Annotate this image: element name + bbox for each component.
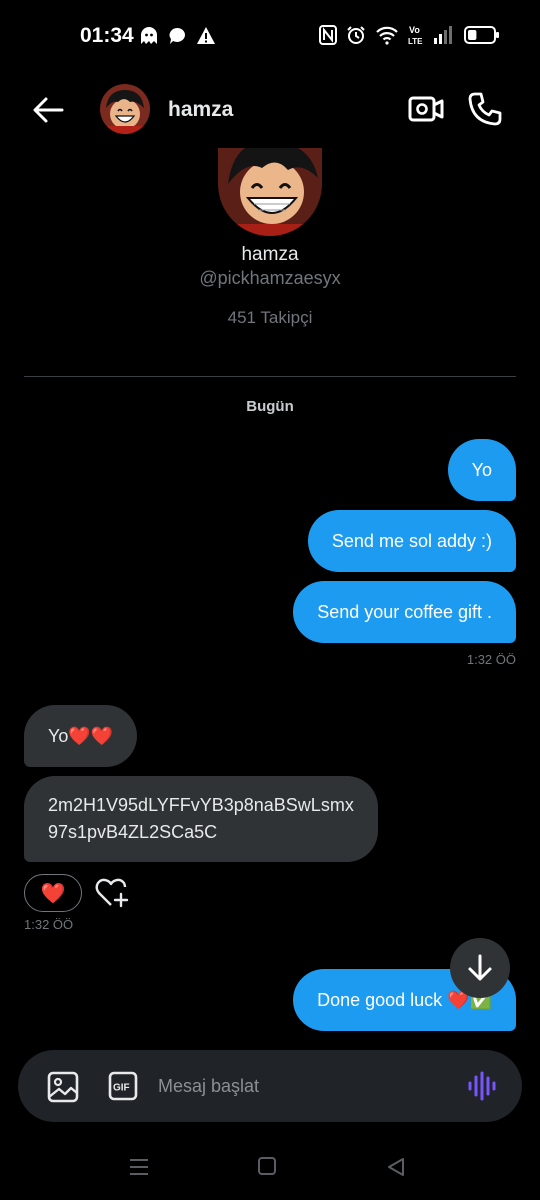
sent-message[interactable]: Send your coffee gift . (293, 581, 516, 643)
message-input[interactable] (158, 1068, 448, 1104)
notification-icons (138, 26, 216, 46)
svg-text:Vo: Vo (409, 25, 420, 35)
header-name[interactable]: hamza (168, 98, 233, 122)
nfc-icon (319, 25, 337, 45)
profile-name: hamza (241, 244, 299, 265)
day-separator: Bugün (246, 398, 294, 415)
conversation-header: hamza (0, 72, 540, 146)
phone-icon[interactable] (466, 90, 504, 128)
sent-message[interactable]: Send me sol addy :) (307, 510, 516, 572)
back-nav-icon[interactable] (385, 1156, 407, 1178)
arrow-left-icon[interactable] (28, 90, 68, 130)
received-message[interactable]: Yo❤️❤️ (24, 705, 138, 767)
received-message-line: 2m2H1V95dLYFFvYB3p8naBSwLsmx (48, 795, 354, 815)
message-reaction[interactable]: ❤️ (24, 874, 82, 912)
received-message[interactable]: 2m2H1V95dLYFFvYB3p8naBSwLsmx 97s1pvB4ZL2… (24, 776, 378, 862)
warning-notification-icon (197, 27, 215, 44)
alarm-icon (347, 26, 365, 44)
video-camera-icon[interactable] (408, 92, 444, 126)
profile-followers: 451 Takipçi (227, 308, 313, 327)
recent-apps-icon[interactable] (128, 1156, 150, 1178)
message-timestamp: 1:32 ÖÖ (466, 652, 516, 667)
status-bar: 01:34 Vo LTE (0, 0, 540, 72)
divider (24, 376, 516, 377)
profile-handle: @pickhamzaesyx (199, 268, 341, 288)
image-icon[interactable] (46, 1070, 80, 1104)
profile-avatar[interactable] (218, 148, 322, 236)
chat-notification-icon (169, 27, 186, 44)
signal-icon (434, 26, 452, 44)
sent-message[interactable]: Yo (447, 439, 516, 501)
wifi-icon (376, 26, 398, 45)
system-navigation-bar (0, 1140, 540, 1200)
svg-text:GIF: GIF (113, 1083, 130, 1094)
battery-icon (464, 26, 499, 44)
system-icons: Vo LTE (319, 24, 500, 46)
message-composer: GIF (18, 1050, 522, 1122)
received-message-line: 97s1pvB4ZL2SCa5C (48, 822, 218, 842)
ghost-notification-icon (141, 27, 157, 44)
gif-icon[interactable]: GIF (108, 1071, 138, 1101)
svg-text:LTE: LTE (408, 37, 423, 46)
heart-plus-icon[interactable] (94, 876, 130, 910)
avatar[interactable] (100, 84, 150, 134)
dm-conversation-screen: 01:34 Vo LTE hamza hamza @pickhamzaesyx … (0, 0, 540, 1200)
home-icon[interactable] (257, 1156, 277, 1176)
voice-wave-icon[interactable] (466, 1070, 498, 1102)
arrow-down-icon (468, 954, 492, 981)
volte-icon: Vo LTE (408, 25, 423, 46)
message-timestamp: 1:32 ÖÖ (24, 917, 74, 932)
scroll-down-button[interactable] (450, 938, 510, 998)
status-time: 01:34 (80, 24, 134, 47)
